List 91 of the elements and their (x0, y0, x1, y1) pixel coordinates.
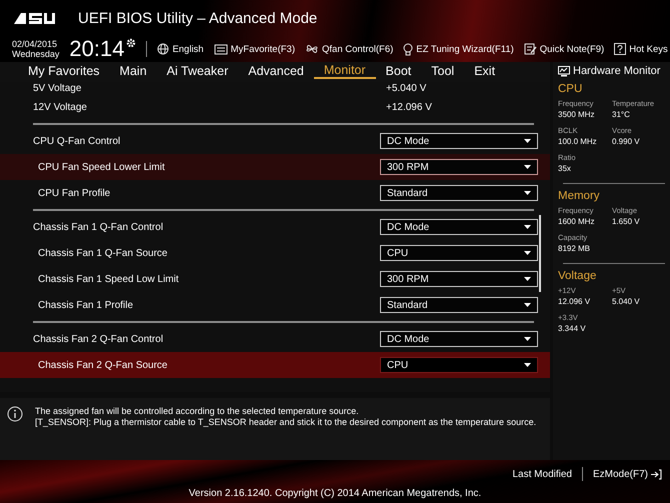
field-value: 35x (558, 164, 572, 173)
dropdown[interactable]: CPU (380, 245, 538, 261)
menu-tab[interactable]: Tool (421, 62, 464, 82)
dropdown[interactable]: Standard (380, 185, 538, 201)
setting-label: Chassis Fan 2 Q-Fan Control (33, 334, 164, 344)
setting-label: 5V Voltage (33, 84, 82, 94)
setting-row[interactable]: 5V Voltage +5.040 V (0, 82, 550, 94)
field-value: 12.096 V (558, 297, 592, 306)
setting-row[interactable]: Chassis Fan 2 Q-Fan Source CPU (0, 352, 550, 378)
menu-tab[interactable]: Advanced (238, 62, 314, 82)
menu-tab[interactable]: Exit (464, 62, 506, 82)
setting-label: Chassis Fan 1 Q-Fan Source (38, 248, 168, 258)
caret-icon (524, 337, 531, 341)
caret-icon (524, 303, 531, 307)
menu-tab[interactable]: Boot (376, 62, 422, 82)
setting-label: CPU Fan Profile (38, 188, 112, 198)
field-value: 5.040 V (612, 297, 641, 306)
setting-label: Chassis Fan 2 Q-Fan Source (38, 360, 168, 370)
caret-icon (524, 251, 531, 255)
setting-label: CPU Q-Fan Control (33, 136, 122, 146)
dropdown[interactable]: CPU (380, 357, 538, 373)
field-value: 8192 MB (558, 244, 592, 253)
menu-tab[interactable]: Ai Tweaker (156, 62, 238, 82)
help-text: The assigned fan will be controlled according to the selected temperature source. (35, 406, 360, 417)
field-value: 0.990 V (612, 137, 641, 146)
lightbulb-icon (403, 42, 414, 56)
settings-icon[interactable] (126, 38, 136, 48)
dropdown[interactable]: 300 RPM (380, 159, 538, 175)
help-text: [T_SENSOR]: Plug a thermistor cable to T_SENSOR header and stick it to the desired component as the temperature source. (35, 417, 536, 428)
field-value: 1600 MHz (558, 217, 596, 226)
setting-value: +5.040 V (385, 84, 428, 94)
toolbar-button[interactable]: Quick Note(F9) (524, 43, 604, 55)
field-value: 3.344 V (558, 324, 587, 333)
weekday-text: Wednesday (12, 49, 60, 59)
field-value: 100.0 MHz (558, 137, 598, 146)
clock-time: 20:14 (69, 38, 124, 60)
setting-row[interactable]: 12V Voltage +12.096 V (0, 94, 550, 120)
window-title: UEFI BIOS Utility – Advanced Mode (78, 10, 318, 26)
section-title: Voltage (558, 270, 598, 282)
setting-label: 12V Voltage (33, 102, 88, 112)
fan-icon (305, 43, 320, 55)
setting-row[interactable]: Chassis Fan 1 Q-Fan Control DC Mode (0, 214, 550, 240)
panel-title: Hardware Monitor (573, 65, 660, 77)
date-text: 02/04/2015 (12, 39, 58, 49)
last-modified-button[interactable]: Last Modified (512, 468, 572, 480)
help-icon (614, 43, 626, 55)
setting-row[interactable]: CPU Q-Fan Control DC Mode (0, 128, 550, 154)
section-title: Memory (558, 190, 601, 202)
info-icon (7, 406, 23, 422)
dropdown[interactable]: DC Mode (380, 133, 538, 149)
exit-icon (650, 468, 662, 480)
toolbar-button[interactable]: Qfan Control(F6) (305, 43, 394, 55)
setting-row[interactable]: Chassis Fan 2 Q-Fan Control DC Mode (0, 326, 550, 352)
caret-icon (524, 225, 531, 229)
globe-icon (157, 43, 170, 55)
monitor-icon (558, 66, 570, 76)
setting-label: Chassis Fan 1 Profile (38, 300, 134, 310)
field-value: 3500 MHz (558, 110, 596, 119)
field-value: 1.650 V (612, 217, 641, 226)
menu-tab[interactable]: My Favorites (18, 62, 110, 82)
field-value: 31°C (612, 110, 631, 119)
dropdown[interactable]: DC Mode (380, 331, 538, 347)
dropdown[interactable]: 300 RPM (380, 271, 538, 287)
ez-mode-button[interactable]: EzMode(F7) (592, 468, 662, 480)
setting-row[interactable]: Chassis Fan 1 Speed Low Limit 300 RPM (0, 266, 550, 292)
caret-icon (524, 191, 531, 195)
setting-row[interactable]: CPU Fan Profile Standard (0, 180, 550, 206)
setting-label: Chassis Fan 1 Speed Low Limit (38, 274, 180, 284)
toolbar-button[interactable]: Hot Keys (614, 43, 668, 55)
toolbar-button[interactable]: EZ Tuning Wizard(F11) (403, 42, 514, 56)
setting-label: CPU Fan Speed Lower Limit (38, 162, 166, 172)
menu-tab[interactable]: Monitor (314, 62, 376, 79)
scrollbar[interactable] (539, 215, 541, 292)
caret-icon (524, 139, 531, 143)
caret-icon (524, 277, 531, 281)
setting-row[interactable]: Chassis Fan 1 Profile Standard (0, 292, 550, 318)
caret-icon (524, 363, 531, 367)
setting-row[interactable]: Chassis Fan 1 Q-Fan Source CPU (0, 240, 550, 266)
note-icon (524, 43, 537, 55)
setting-row[interactable]: CPU Fan Speed Lower Limit 300 RPM (0, 154, 550, 180)
caret-icon (524, 165, 531, 169)
toolbar-button[interactable]: MyFavorite(F3) (214, 43, 296, 55)
dropdown[interactable]: Standard (380, 297, 538, 313)
dropdown[interactable]: DC Mode (380, 219, 538, 235)
menu-tab[interactable]: Main (110, 62, 157, 82)
toolbar-button[interactable]: English (157, 43, 204, 55)
brand-logo-icon (12, 11, 56, 25)
setting-value: +12.096 V (385, 102, 433, 112)
setting-label: Chassis Fan 1 Q-Fan Control (33, 222, 164, 232)
section-title: CPU (558, 83, 584, 95)
version-text: Version 2.16.1240. Copyright (C) 2014 American Megatrends, Inc. (188, 487, 482, 499)
